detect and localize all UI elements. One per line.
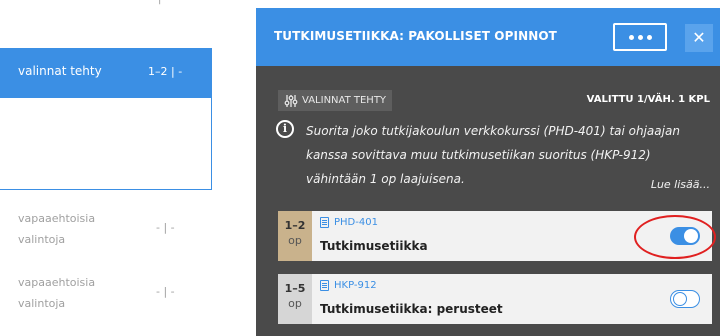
left-item-count: 1–2 | - (148, 65, 183, 78)
more-dots-icon (646, 34, 652, 40)
top-fragment: | (158, 0, 172, 5)
toggle-knob (673, 291, 687, 306)
modal-header: TUTKIMUSETIIKKA: PAKOLLISET OPINNOT ✕ (256, 8, 720, 66)
credits-unit: op (288, 234, 302, 247)
left-item-label: vapaaehtoisia valintoja (18, 212, 96, 246)
course-group-modal: TUTKIMUSETIIKKA: PAKOLLISET OPINNOT ✕ VA… (256, 8, 720, 336)
left-selected-expanded (0, 98, 212, 190)
course-code-label: HKP-912 (334, 280, 377, 291)
course-code[interactable]: PHD-401 (320, 217, 378, 228)
close-button[interactable]: ✕ (685, 24, 713, 52)
info-text: Suorita joko tutkijakoulun verkkokurssi … (306, 124, 680, 186)
left-list-item[interactable]: vapaaehtoisia valintoja - | - (0, 208, 212, 252)
modal-title: TUTKIMUSETIIKKA: PAKOLLISET OPINNOT (274, 29, 557, 43)
left-list-item-selected[interactable]: valinnat tehty 1–2 | - (0, 48, 212, 98)
annotation-highlight-circle (634, 215, 716, 259)
course-select-toggle[interactable] (670, 290, 700, 308)
course-name: Tutkimusetiikka: perusteet (320, 302, 503, 316)
status-chip: VALINNAT TEHTY (278, 90, 393, 111)
sliders-icon (284, 94, 298, 107)
credits-unit: op (288, 297, 302, 310)
left-item-count: - | - (156, 221, 175, 234)
more-dots-icon (628, 34, 634, 40)
credits-badge: 1–5 op (278, 274, 312, 324)
read-more-link[interactable]: Lue lisää... (651, 178, 710, 191)
left-list-item[interactable]: vapaaehtoisia valintoja - | - (0, 272, 212, 316)
document-icon (320, 217, 329, 228)
course-name: Tutkimusetiikka (320, 239, 428, 253)
more-options-button[interactable] (613, 23, 667, 51)
info-icon: i (276, 120, 294, 138)
left-item-label: vapaaehtoisia valintoja (18, 276, 96, 310)
selected-count: VALITTU 1/VÄH. 1 KPL (586, 94, 710, 105)
document-icon (320, 280, 329, 291)
status-chip-label: VALINNAT TEHTY (302, 95, 387, 106)
left-item-label: valinnat tehty (18, 64, 102, 78)
more-dots-icon (637, 34, 643, 40)
course-code[interactable]: HKP-912 (320, 280, 377, 291)
left-item-count: - | - (156, 285, 175, 298)
credits-value: 1–5 (284, 282, 306, 295)
course-card[interactable]: 1–5 op HKP-912 Tutkimusetiikka: perustee… (278, 274, 712, 324)
course-code-label: PHD-401 (334, 217, 378, 228)
credits-badge: 1–2 op (278, 211, 312, 261)
close-icon: ✕ (692, 28, 706, 47)
credits-value: 1–2 (284, 219, 306, 232)
